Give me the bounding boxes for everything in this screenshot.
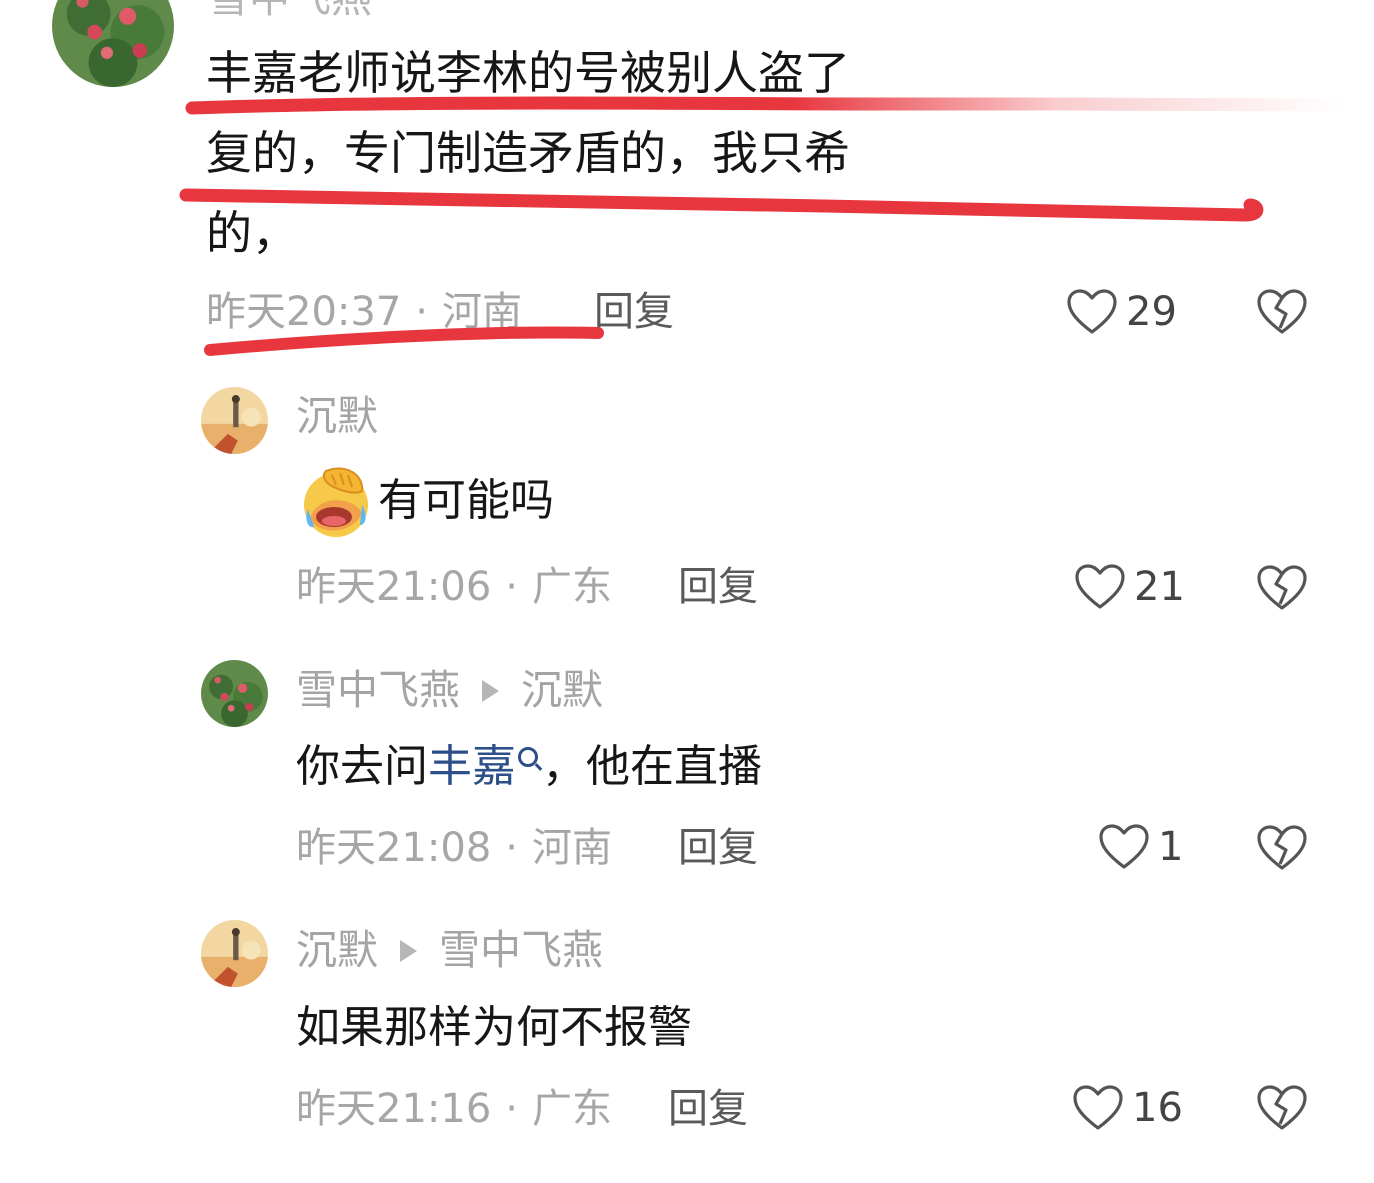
reply-arrow-icon xyxy=(482,680,499,702)
reply-button[interactable]: 回复 xyxy=(594,292,674,332)
reply-text-after: ，他在直播 xyxy=(542,741,762,792)
like-count: 16 xyxy=(1132,1085,1183,1131)
comment-time: 昨天20:37 xyxy=(206,289,402,335)
broken-heart-icon xyxy=(1257,1085,1307,1130)
reply-meta: 昨天21:16 · 广东 xyxy=(296,1086,612,1132)
like-button[interactable]: 1 xyxy=(1098,822,1183,872)
reply-text-before: 你去问 xyxy=(296,741,428,792)
reply-text: 如果那样为何不报警 xyxy=(296,1002,692,1053)
reply-button[interactable]: 回复 xyxy=(668,1089,748,1129)
reply-location: 广东 xyxy=(532,564,612,610)
reply-button[interactable]: 回复 xyxy=(678,828,758,868)
reply-time: 昨天21:06 xyxy=(296,564,492,610)
heart-outline-icon xyxy=(1075,564,1125,609)
reply-location: 广东 xyxy=(532,1086,612,1132)
comment-username[interactable]: 雪中飞燕 xyxy=(208,0,372,19)
heart-outline-icon xyxy=(1073,1085,1123,1130)
heart-outline-icon xyxy=(1067,289,1117,334)
broken-heart-icon xyxy=(1257,825,1307,870)
dislike-button[interactable] xyxy=(1256,824,1308,872)
like-count: 29 xyxy=(1126,289,1177,335)
comment-meta: 昨天20:37 · 河南 xyxy=(206,289,522,335)
reply-username[interactable]: 沉默 xyxy=(296,396,378,437)
reply-text-content: 有可能吗 xyxy=(378,475,554,526)
reply-location: 河南 xyxy=(532,825,612,871)
reply-text: 你去问丰嘉 ，他在直播 xyxy=(296,745,762,789)
reply-text: 有可能吗 xyxy=(296,461,554,541)
avatar-xuezhongfeiyan[interactable] xyxy=(201,660,268,727)
broken-heart-icon xyxy=(1257,289,1307,334)
reply-username[interactable]: 沉默 xyxy=(296,926,378,974)
reply-arrow-icon xyxy=(400,940,417,962)
like-count: 1 xyxy=(1158,824,1184,870)
reply-username-line: 雪中飞燕 沉默 xyxy=(296,670,603,711)
comment-text-line-2: 复的，专门制造矛盾的，我只希 xyxy=(206,126,850,180)
comment-location: 河南 xyxy=(442,289,522,335)
reply-time: 昨天21:16 xyxy=(296,1086,492,1132)
dislike-button[interactable] xyxy=(1256,288,1308,336)
dislike-button[interactable] xyxy=(1256,1084,1308,1132)
reply-username[interactable]: 雪中飞燕 xyxy=(296,666,460,714)
like-count: 21 xyxy=(1134,564,1185,610)
search-icon[interactable] xyxy=(518,747,538,767)
like-button[interactable]: 29 xyxy=(1066,287,1177,337)
comment-text-line-3: 的， xyxy=(206,206,298,260)
avatar-xuezhongfeiyan[interactable] xyxy=(52,0,174,87)
reply-to-username[interactable]: 雪中飞燕 xyxy=(439,926,603,974)
reply-username-line: 沉默 雪中飞燕 xyxy=(296,930,603,971)
reply-time: 昨天21:08 xyxy=(296,825,492,871)
heart-outline-icon xyxy=(1099,824,1149,869)
avatar-chenmo[interactable] xyxy=(201,920,268,987)
like-button[interactable]: 21 xyxy=(1074,562,1185,612)
avatar-chenmo[interactable] xyxy=(201,387,268,454)
mention-link[interactable]: 丰嘉 xyxy=(428,741,516,792)
reply-button[interactable]: 回复 xyxy=(678,567,758,607)
broken-heart-icon xyxy=(1257,565,1307,610)
face-palm-laughing-emoji xyxy=(304,467,368,537)
dislike-button[interactable] xyxy=(1256,564,1308,612)
reply-meta: 昨天21:06 · 广东 xyxy=(296,564,612,610)
comment-text-line-1: 丰嘉老师说李林的号被别人盗了 xyxy=(206,46,850,100)
like-button[interactable]: 16 xyxy=(1072,1083,1183,1133)
reply-meta: 昨天21:08 · 河南 xyxy=(296,825,612,871)
reply-to-username[interactable]: 沉默 xyxy=(521,666,603,714)
